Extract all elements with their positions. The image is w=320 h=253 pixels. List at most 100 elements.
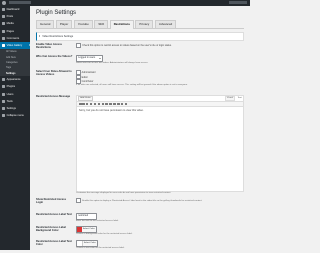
tab-text[interactable]: Text [236,97,243,100]
admin-sidebar: Dashboard Posts Media Pages Comments Video Ga… [0,6,30,250]
show-login-row: Show Restricted Access Login Enable this… [36,198,244,210]
bullet-list-icon[interactable] [93,102,97,106]
toolbar-toggle-icon[interactable] [124,102,128,106]
align-center-icon[interactable] [109,102,112,106]
sidebar-item-video-gallery[interactable]: Video Gallery [0,41,30,50]
notice-text: Video Restrictions Settings [42,35,74,38]
message-editor: Add Media Visual Text Sorry, but you do … [76,95,244,192]
sidebar-item-appearance[interactable]: Appearance [0,76,30,83]
add-media-button[interactable]: Add Media [78,95,93,102]
align-left-icon[interactable] [105,102,108,106]
message-row: Restricted Access Message Add Media Visu… [36,95,244,203]
settings-tabs: General Player Youtube SEO Restrictions Priva… [36,20,244,29]
sidebar-item-settings[interactable]: Settings [0,105,30,112]
text-color-label: Restricted Access Label Text Color [36,240,72,247]
tab-youtube[interactable]: Youtube [73,20,93,28]
sidebar-item-label: Categories [6,61,18,65]
site-name-placeholder[interactable] [9,1,31,4]
bg-color-desc: Choose a background color for the restri… [76,232,133,235]
brush-icon [2,78,5,82]
role-label-administrator: Administrator [81,70,96,74]
settings-form: Enable Video Access Restrictions Check t… [36,41,244,253]
roles-desc: If no roles are selected, all users will… [76,83,188,86]
chevron-down-icon [99,57,102,59]
sidebar-item-label: Appearance [6,78,21,82]
sidebar-item-users[interactable]: Users [0,90,30,97]
who-desc: Select who can access the videos. Admini… [76,61,149,64]
collapse-icon [2,114,5,118]
label-text-input[interactable]: restricted [76,213,98,220]
message-desc: Customize the message displayed to users… [76,192,171,194]
numbered-list-icon[interactable] [97,102,101,106]
label-text-row: Restricted Access Label Text restricted … [36,213,244,224]
pin-icon [2,15,5,19]
show-login-checkbox[interactable] [76,198,81,203]
align-right-icon[interactable] [113,102,116,106]
settings-icon [2,106,5,110]
sidebar-item-plugins[interactable]: Plugins [0,83,30,90]
sidebar-item-label: Posts [6,15,14,19]
tab-advanced[interactable]: Advanced [154,20,177,28]
sidebar-item-label: Media [6,22,14,26]
message-label: Restricted Access Message [36,95,71,98]
roles-row: Select User Roles Allowed to Access Vide… [36,70,244,92]
text-color-swatch [77,241,83,246]
sidebar-item-pages[interactable]: Pages [0,28,30,35]
sidebar-item-label: Comments [6,36,20,40]
tab-privacy[interactable]: Privacy [135,20,154,28]
enable-row: Enable Video Access Restrictions Check t… [36,43,244,55]
sidebar-item-dashboard[interactable]: Dashboard [0,6,30,13]
plugin-icon [2,85,5,89]
sidebar-item-label: Tools [6,99,13,103]
bold-icon[interactable] [86,102,89,106]
expand-arrow-icon [39,35,40,37]
role-label-editor: Editor [81,75,88,79]
sidebar-item-label: Users [6,92,14,96]
show-login-label: Show Restricted Access Login [36,198,67,205]
who-select[interactable]: Logged in users [76,55,104,62]
link-icon[interactable] [117,102,120,106]
main-content: Plugin Settings General Player Youtube SEO R… [30,6,250,250]
users-icon [2,92,5,96]
tab-restrictions[interactable]: Restrictions [109,20,134,29]
role-label-contributor: Contributor [81,80,94,84]
enable-checkbox[interactable] [76,43,81,48]
page-icon [2,29,5,33]
quote-icon[interactable] [101,102,104,106]
wordpress-logo-icon[interactable] [2,1,6,5]
text-color-desc: Choose a text color for the restricted a… [76,246,125,249]
sidebar-item-tools[interactable]: Tools [0,98,30,105]
read-more-icon[interactable] [121,102,124,106]
enable-label: Enable Video Access Restrictions [36,43,62,50]
label-text-label: Restricted Access Label Text [36,213,72,216]
tab-visual[interactable]: Visual [224,95,236,102]
account-menu-placeholder[interactable] [229,1,247,4]
comment-icon [2,36,5,40]
sidebar-item-label: Tags [6,66,12,70]
page-title: Plugin Settings [36,10,77,16]
sidebar-item-label: Add New [6,55,16,59]
italic-icon[interactable] [89,102,93,106]
sidebar-item-media[interactable]: Media [0,20,30,27]
message-editor-body[interactable]: Sorry, but you do not have permission to… [77,107,243,113]
tab-seo[interactable]: SEO [94,20,109,28]
section-notice[interactable]: Video Restrictions Settings [36,32,244,41]
text-color-button-label: Select Color [83,242,96,244]
bg-color-picker[interactable]: Select Color [76,226,98,233]
sidebar-item-label: Plugins [6,85,16,89]
paragraph-format-icon[interactable] [78,102,85,106]
who-label: Who Can Access the Videos? [36,55,73,58]
video-icon [2,44,5,48]
tab-general[interactable]: General [36,20,55,28]
who-row: Who Can Access the Videos? Logged in use… [36,55,244,69]
tab-player[interactable]: Player [55,20,73,28]
text-color-row: Restricted Access Label Text Color Selec… [36,240,244,252]
sidebar-item-collapse-menu[interactable]: Collapse menu [0,112,30,119]
sidebar-item-label: Pages [6,29,14,33]
bg-color-label: Restricted Access Label Background Color [36,226,66,233]
bg-color-button-label: Select Color [82,228,95,230]
sidebar-item-posts[interactable]: Posts [0,13,30,20]
sidebar-item-comments[interactable]: Comments [0,35,30,42]
text-color-picker[interactable]: Select Color [76,240,99,247]
bg-color-row: Restricted Access Label Background Color… [36,226,244,238]
